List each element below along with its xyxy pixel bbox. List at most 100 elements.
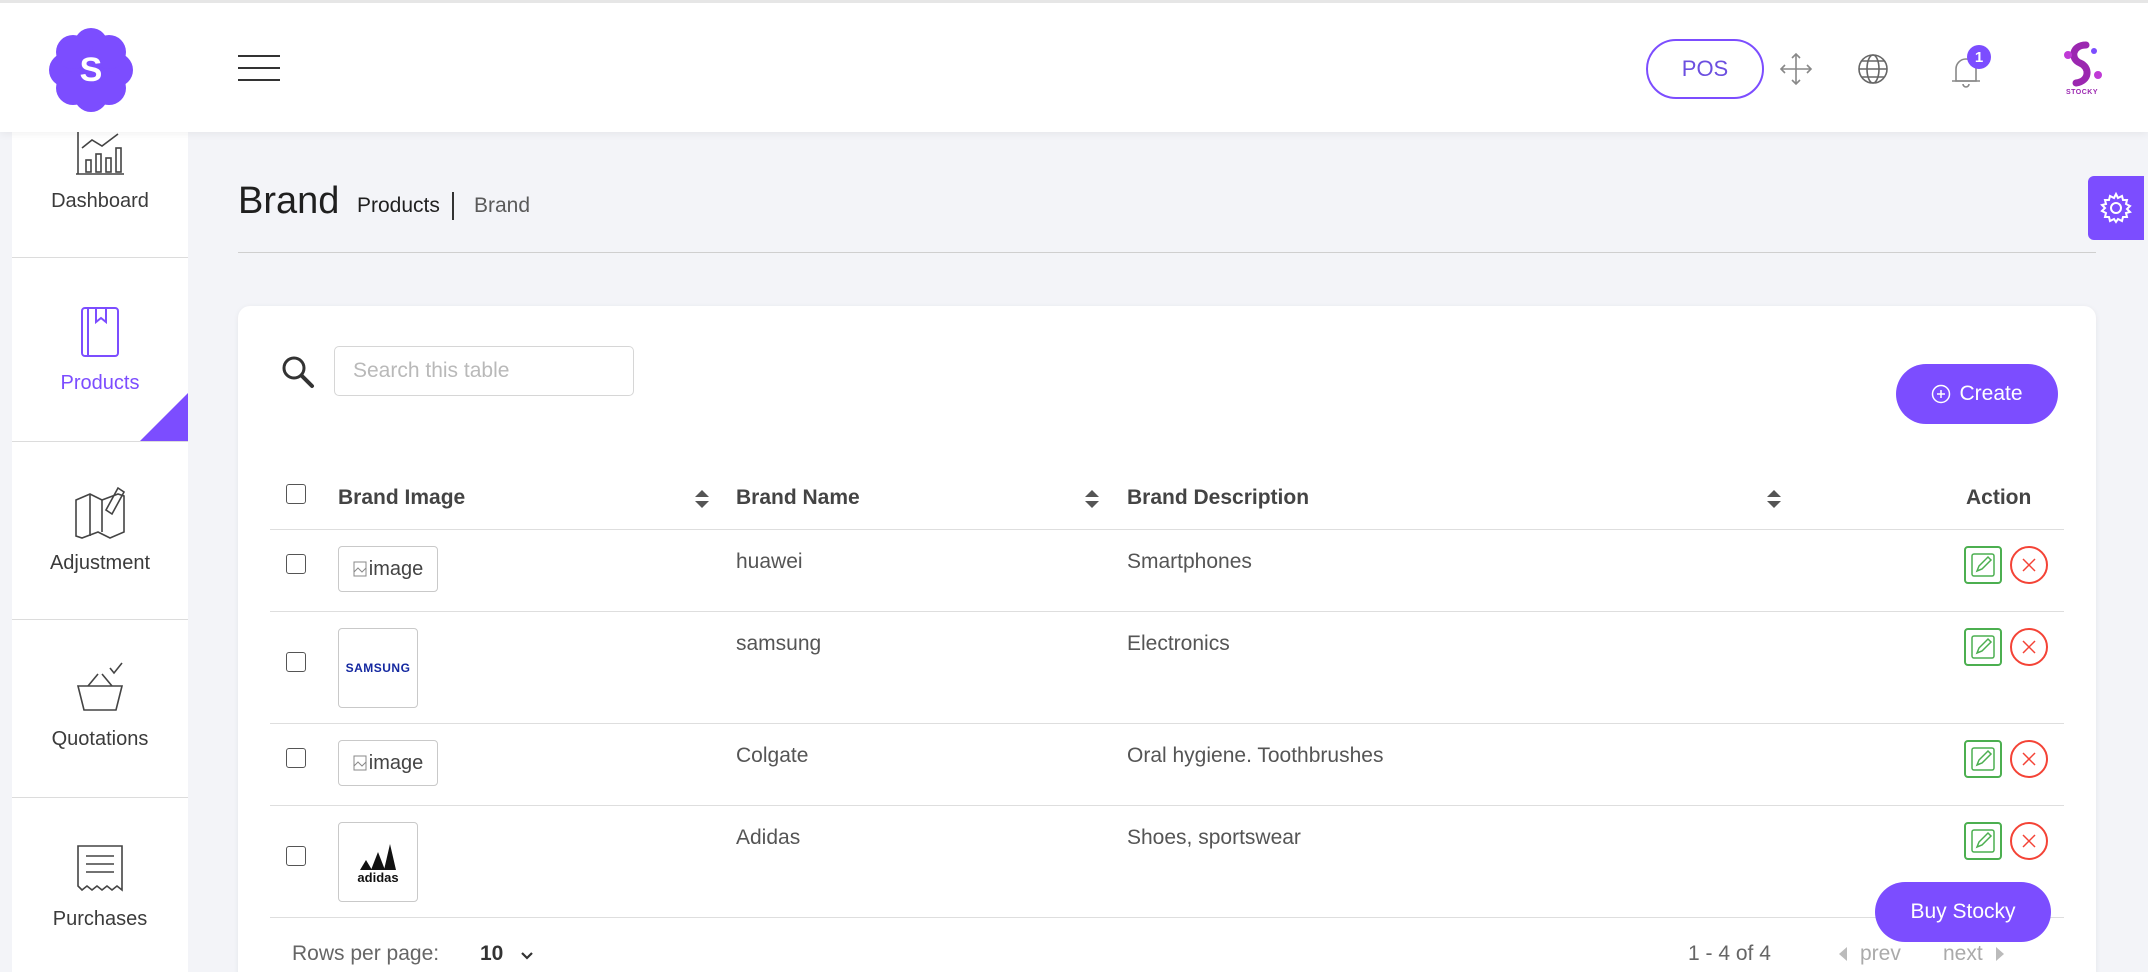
samsung-logo: SAMSUNG: [345, 661, 411, 675]
column-header-action: Action: [1966, 486, 2032, 509]
book-icon: [70, 302, 130, 362]
active-indicator: [140, 393, 188, 441]
table-row: image huawei Smartphones: [270, 530, 2064, 612]
edit-button[interactable]: [1964, 628, 2002, 666]
broken-image-icon: [353, 755, 367, 771]
row-checkbox[interactable]: [286, 846, 306, 866]
delete-button[interactable]: [2010, 740, 2048, 778]
sidebar-item-label: Adjustment: [49, 552, 151, 574]
delete-button[interactable]: [2010, 822, 2048, 860]
close-icon: [2022, 558, 2036, 572]
pencil-icon: [1971, 829, 1995, 853]
table-row: SAMSUNG samsung Electronics: [270, 612, 2064, 724]
sidebar-item-dashboard[interactable]: Dashboard: [12, 130, 188, 258]
rows-per-page-label: Rows per page:: [292, 942, 440, 965]
sort-icon[interactable]: [1084, 488, 1100, 510]
caret-right-icon: [1995, 947, 2004, 961]
broken-image-icon: [353, 561, 367, 577]
select-all-checkbox[interactable]: [286, 484, 306, 504]
sidebar-item-adjustment[interactable]: Adjustment: [12, 442, 188, 620]
brand-image-thumb: image: [338, 740, 438, 786]
pencil-icon: [1971, 635, 1995, 659]
next-label: next: [1943, 942, 1983, 965]
table-header-row: Brand Image Brand Name Brand Description…: [270, 456, 2064, 530]
edit-button[interactable]: [1964, 740, 2002, 778]
map-pencil-icon: [70, 482, 130, 542]
pencil-icon: [1971, 747, 1995, 771]
table-row: adidas Adidas Shoes, sportswear: [270, 806, 2064, 918]
title-divider: [238, 252, 2096, 253]
language-globe-icon[interactable]: [1853, 49, 1893, 89]
app-logo[interactable]: S: [46, 25, 136, 115]
pagination-range: 1 - 4 of 4: [1688, 942, 1771, 965]
table-row: image Colgate Oral hygiene. Toothbrushes: [270, 724, 2064, 806]
prev-page-button[interactable]: prev: [1838, 942, 1901, 966]
adidas-logo-icon: [360, 843, 396, 870]
sidebar-item-label: Dashboard: [51, 190, 149, 212]
brand-name-cell: Adidas: [736, 826, 801, 849]
column-header-brand-name[interactable]: Brand Name: [736, 486, 860, 510]
hamburger-line: [238, 55, 280, 57]
brand-image-thumb: image: [338, 546, 438, 592]
customizer-settings-button[interactable]: [2088, 176, 2144, 240]
column-header-brand-image[interactable]: Brand Image: [338, 486, 465, 510]
buy-stocky-button[interactable]: Buy Stocky: [1875, 882, 2051, 942]
brand-description-cell: Shoes, sportswear: [1127, 826, 1301, 849]
receipt-icon: [70, 838, 130, 898]
search-icon: [280, 354, 316, 390]
pos-button[interactable]: POS: [1646, 39, 1764, 99]
delete-button[interactable]: [2010, 546, 2048, 584]
brand-name-cell: samsung: [736, 632, 822, 655]
edit-button[interactable]: [1964, 822, 2002, 860]
notification-count-badge: 1: [1967, 45, 1991, 69]
brand-name-cell: Colgate: [736, 744, 809, 767]
next-page-button[interactable]: next: [1943, 942, 2005, 966]
create-button[interactable]: Create: [1896, 364, 2058, 424]
broken-image: image: [353, 558, 423, 581]
basket-check-icon: [70, 660, 130, 720]
edit-button[interactable]: [1964, 546, 2002, 584]
sidebar-item-label: Purchases: [52, 908, 148, 930]
delete-button[interactable]: [2010, 628, 2048, 666]
top-header: S POS 1 STOCKY: [0, 0, 2148, 132]
close-icon: [2022, 834, 2036, 848]
sidebar-item-purchases[interactable]: Purchases: [12, 798, 188, 972]
fullscreen-icon[interactable]: [1776, 49, 1816, 89]
close-icon: [2022, 752, 2036, 766]
brand-description-cell: Electronics: [1127, 632, 1230, 655]
brand-mark-label: STOCKY: [2065, 89, 2099, 96]
sidebar-item-quotations[interactable]: Quotations: [12, 620, 188, 798]
chevron-down-icon[interactable]: [520, 949, 534, 961]
broken-image: image: [353, 752, 423, 775]
hamburger-line: [238, 67, 280, 69]
stocky-brand-icon: [2064, 41, 2102, 87]
sort-icon[interactable]: [1766, 488, 1782, 510]
brand-name-cell: huawei: [736, 550, 803, 573]
search-input[interactable]: [334, 346, 634, 396]
column-header-brand-description[interactable]: Brand Description: [1127, 486, 1309, 510]
sidebar-item-label: Products: [60, 372, 140, 394]
sidebar-item-label: Quotations: [51, 728, 149, 750]
prev-label: prev: [1860, 942, 1901, 965]
rows-per-page-select[interactable]: 10: [480, 942, 503, 966]
close-icon: [2022, 640, 2036, 654]
menu-toggle-button[interactable]: [238, 55, 280, 85]
image-alt-text: image: [368, 557, 424, 580]
caret-left-icon: [1839, 947, 1847, 961]
sidebar: Dashboard Products Adjustment Quotations…: [12, 132, 188, 972]
row-checkbox[interactable]: [286, 554, 306, 574]
sort-icon[interactable]: [694, 488, 710, 510]
brand-description-cell: Smartphones: [1127, 550, 1252, 573]
breadcrumb-separator: [452, 192, 454, 220]
plus-circle-icon: [1932, 384, 1951, 404]
breadcrumb-products[interactable]: Products: [357, 194, 440, 218]
sidebar-item-products[interactable]: Products: [12, 264, 188, 442]
page-title: Brand: [238, 180, 340, 222]
adidas-logo-text: adidas: [357, 869, 399, 885]
dashboard-chart-icon: [70, 130, 130, 176]
gear-icon: [2100, 191, 2132, 224]
logo-letter: S: [79, 50, 103, 89]
row-checkbox[interactable]: [286, 748, 306, 768]
row-checkbox[interactable]: [286, 652, 306, 672]
brand-table-card: Create Brand Image Brand Name Brand Desc…: [238, 306, 2096, 972]
